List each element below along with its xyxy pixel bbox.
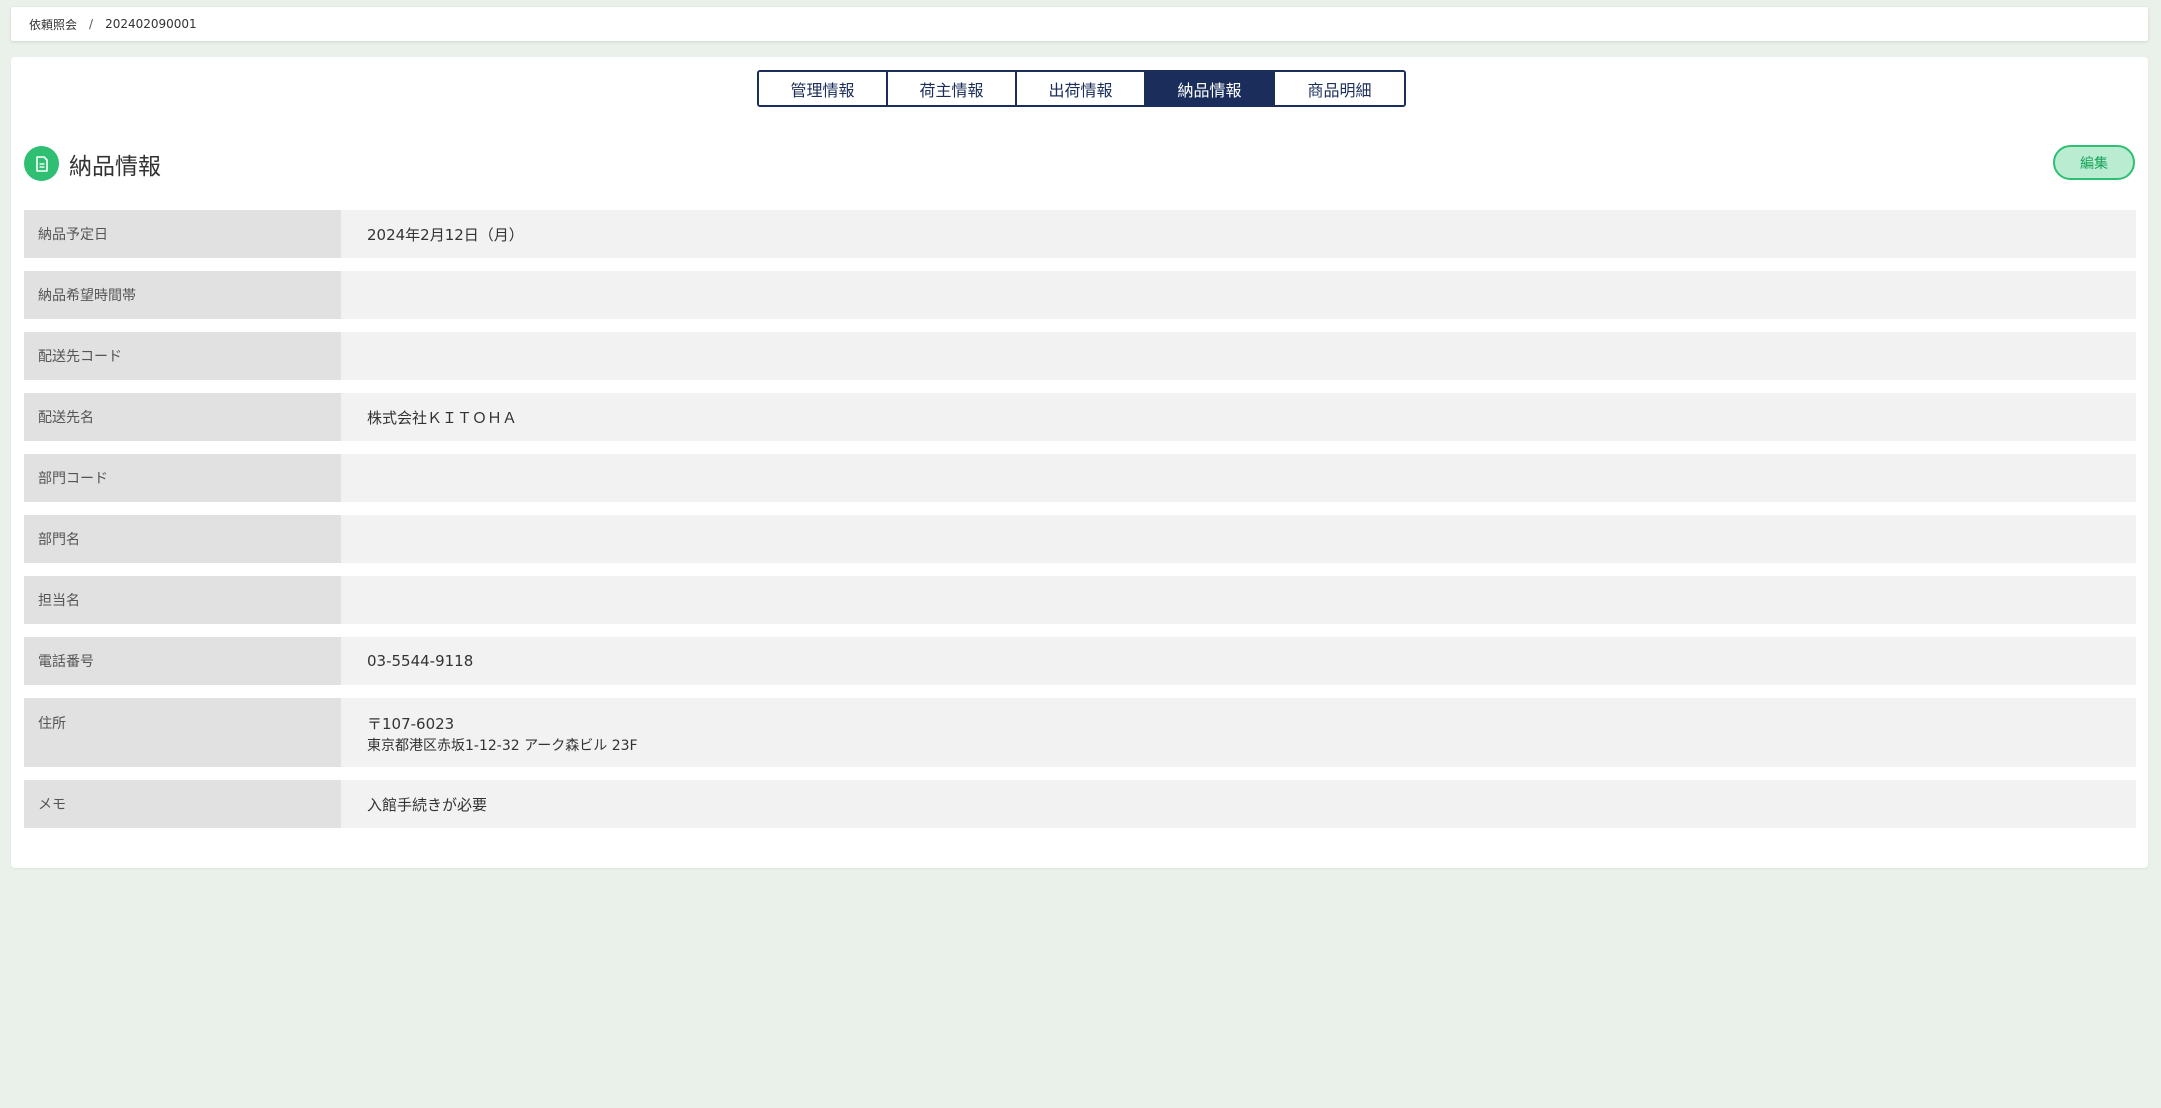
field-value: 2024年2月12日（月） xyxy=(341,210,2136,258)
breadcrumb-separator: / xyxy=(89,17,94,31)
tab-bar: 管理情報 荷主情報 出荷情報 納品情報 商品明細 xyxy=(757,70,1406,107)
field-value xyxy=(341,576,2136,624)
delivery-info-table: 納品予定日 2024年2月12日（月） 納品希望時間帯 配送先コード 配送先名 … xyxy=(24,210,2136,841)
field-label: 部門名 xyxy=(24,515,341,563)
field-row-destination-name: 配送先名 株式会社ＫＩＴＯＨＡ xyxy=(24,393,2136,441)
field-value: 入館手続きが必要 xyxy=(341,780,2136,828)
field-row-delivery-date: 納品予定日 2024年2月12日（月） xyxy=(24,210,2136,258)
tab-shipping-info[interactable]: 出荷情報 xyxy=(1017,72,1146,105)
field-value: 株式会社ＫＩＴＯＨＡ xyxy=(341,393,2136,441)
field-row-memo: メモ 入館手続きが必要 xyxy=(24,780,2136,828)
field-row-department-name: 部門名 xyxy=(24,515,2136,563)
breadcrumb: 依頼照会 / 202402090001 xyxy=(11,7,2148,41)
field-value xyxy=(341,454,2136,502)
tab-delivery-info[interactable]: 納品情報 xyxy=(1146,72,1275,105)
field-value-address: 〒107-6023 東京都港区赤坂1-12-32 アーク森ビル 23F xyxy=(341,698,2136,767)
field-label: メモ xyxy=(24,780,341,828)
field-label: 部門コード xyxy=(24,454,341,502)
breadcrumb-link-request-inquiry[interactable]: 依頼照会 xyxy=(29,16,77,33)
address-postal-code: 〒107-6023 xyxy=(367,715,455,733)
field-label: 配送先名 xyxy=(24,393,341,441)
field-value: 03-5544-9118 xyxy=(341,637,2136,685)
field-label: 担当名 xyxy=(24,576,341,624)
field-label: 電話番号 xyxy=(24,637,341,685)
section-header: 納品情報 xyxy=(24,146,161,181)
field-row-destination-code: 配送先コード xyxy=(24,332,2136,380)
document-icon xyxy=(24,146,59,181)
field-value xyxy=(341,515,2136,563)
section-title: 納品情報 xyxy=(69,153,161,180)
address-street: 東京都港区赤坂1-12-32 アーク森ビル 23F xyxy=(367,738,638,754)
field-label: 配送先コード xyxy=(24,332,341,380)
breadcrumb-current: 202402090001 xyxy=(105,17,197,31)
edit-button[interactable]: 編集 xyxy=(2053,145,2135,180)
field-label: 納品予定日 xyxy=(24,210,341,258)
field-row-contact-name: 担当名 xyxy=(24,576,2136,624)
field-label: 住所 xyxy=(24,698,341,767)
field-label: 納品希望時間帯 xyxy=(24,271,341,319)
field-row-delivery-time-window: 納品希望時間帯 xyxy=(24,271,2136,319)
field-value xyxy=(341,271,2136,319)
tab-shipper-info[interactable]: 荷主情報 xyxy=(888,72,1017,105)
field-value xyxy=(341,332,2136,380)
field-row-department-code: 部門コード xyxy=(24,454,2136,502)
field-row-phone: 電話番号 03-5544-9118 xyxy=(24,637,2136,685)
field-row-address: 住所 〒107-6023 東京都港区赤坂1-12-32 アーク森ビル 23F xyxy=(24,698,2136,767)
tab-management-info[interactable]: 管理情報 xyxy=(759,72,888,105)
tab-product-details[interactable]: 商品明細 xyxy=(1275,72,1404,105)
main-card: 管理情報 荷主情報 出荷情報 納品情報 商品明細 納品情報 編集 納品予定日 2… xyxy=(11,57,2148,868)
